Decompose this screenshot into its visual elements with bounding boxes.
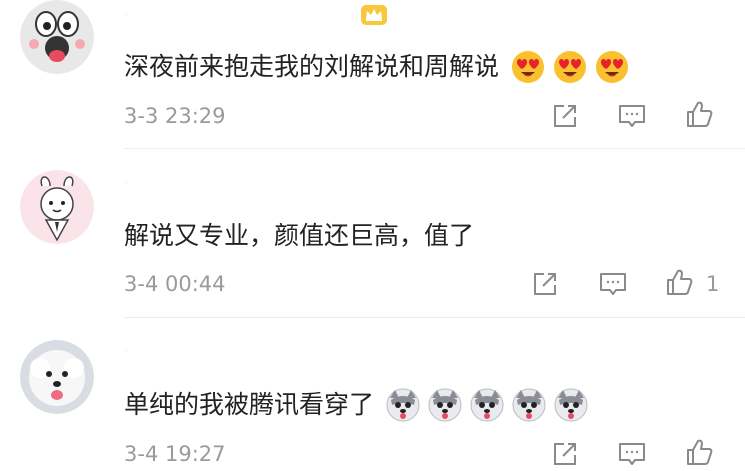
username-text: · bbox=[124, 7, 130, 23]
comment-icon bbox=[600, 273, 626, 295]
comment-timestamp: 3-4 00:44 bbox=[124, 272, 226, 296]
husky-emoji-icon bbox=[512, 388, 546, 422]
emoji-row bbox=[503, 50, 629, 84]
thumbs-up-icon bbox=[667, 269, 693, 295]
thumbs-up-icon bbox=[687, 101, 713, 127]
comment-item: · 深夜前来抱走我的刘解说和周解说 3-3 23:29 bbox=[0, 0, 745, 150]
comment-icon bbox=[619, 105, 645, 127]
username[interactable]: · bbox=[124, 174, 284, 192]
share-icon bbox=[554, 105, 576, 127]
avatar[interactable] bbox=[20, 340, 94, 414]
heart-eyes-emoji-icon bbox=[553, 50, 587, 84]
heart-eyes-emoji-icon bbox=[595, 50, 629, 84]
vip-crown-icon bbox=[360, 4, 388, 26]
emoji-row bbox=[378, 388, 588, 422]
comment-text: 深夜前来抱走我的刘解说和周解说 bbox=[124, 50, 629, 84]
husky-emoji-icon bbox=[470, 388, 504, 422]
username[interactable]: · bbox=[124, 342, 284, 360]
username-text: · bbox=[124, 343, 130, 359]
share-button[interactable] bbox=[550, 439, 580, 469]
thumbs-up-icon bbox=[687, 439, 713, 465]
cartoon-face-avatar-icon bbox=[20, 0, 94, 74]
avatar[interactable] bbox=[20, 0, 94, 74]
comment-item: · 单纯的我被腾讯看穿了 3-4 19:27 bbox=[0, 318, 745, 471]
share-icon bbox=[554, 443, 576, 465]
husky-emoji-icon bbox=[428, 388, 462, 422]
username-text: · bbox=[124, 175, 130, 191]
share-button[interactable] bbox=[550, 101, 580, 131]
avatar[interactable] bbox=[20, 170, 94, 244]
comment-content: 解说又专业，颜值还巨高，值了 bbox=[124, 221, 475, 250]
comment-icon bbox=[619, 443, 645, 465]
comment-text: 解说又专业，颜值还巨高，值了 bbox=[124, 220, 474, 252]
cartoon-character-avatar-icon bbox=[20, 170, 94, 244]
like-button[interactable] bbox=[684, 99, 714, 129]
heart-eyes-emoji-icon bbox=[511, 50, 545, 84]
comment-timestamp: 3-3 23:29 bbox=[124, 104, 226, 128]
reply-button[interactable] bbox=[617, 101, 647, 131]
share-button[interactable] bbox=[530, 269, 560, 299]
divider bbox=[124, 148, 745, 149]
comment-timestamp: 3-4 19:27 bbox=[124, 442, 226, 466]
husky-emoji-icon bbox=[554, 388, 588, 422]
username[interactable]: · bbox=[124, 6, 344, 24]
comment-content: 深夜前来抱走我的刘解说和周解说 bbox=[124, 52, 500, 81]
comment-content: 单纯的我被腾讯看穿了 bbox=[124, 390, 375, 419]
reply-button[interactable] bbox=[598, 269, 628, 299]
reply-button[interactable] bbox=[617, 439, 647, 469]
white-dog-avatar-icon bbox=[20, 340, 94, 414]
like-button[interactable] bbox=[684, 437, 714, 467]
husky-emoji-icon bbox=[386, 388, 420, 422]
like-button[interactable] bbox=[664, 267, 694, 297]
share-icon bbox=[534, 273, 556, 295]
like-count: 1 bbox=[706, 272, 720, 296]
comment-item: · 解说又专业，颜值还巨高，值了 3-4 00:44 1 bbox=[0, 150, 745, 318]
comment-text: 单纯的我被腾讯看穿了 bbox=[124, 388, 588, 422]
